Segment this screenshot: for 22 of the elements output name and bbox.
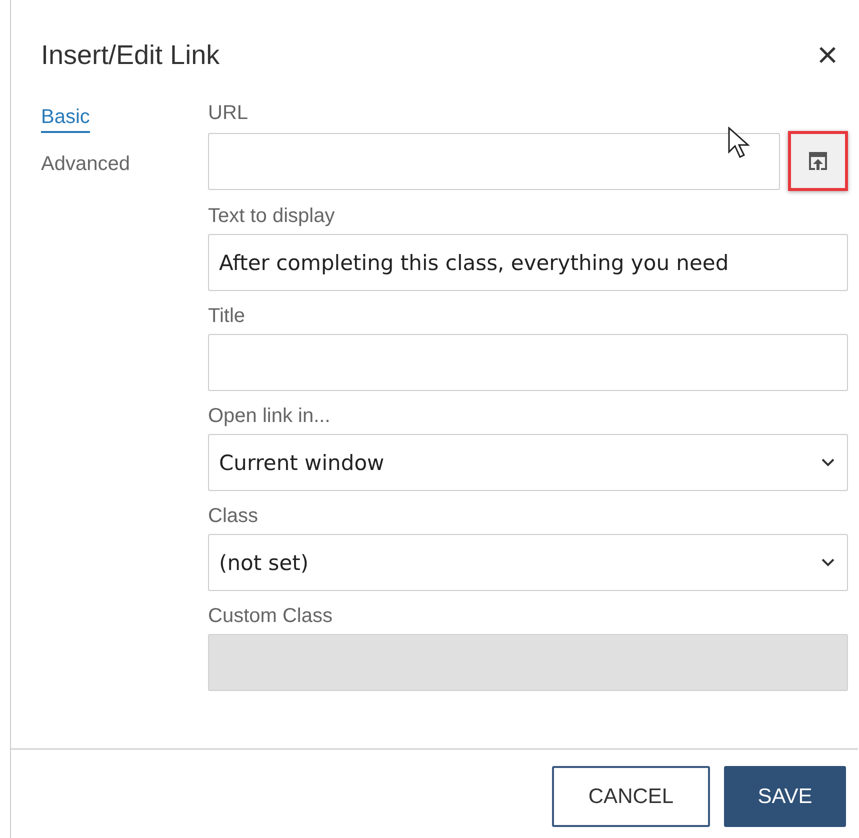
field-label: URL [208, 102, 250, 125]
tab[interactable]: Advanced [41, 153, 130, 178]
select-field[interactable]: Current window [208, 434, 848, 491]
field-label: Open link in... [208, 405, 332, 428]
save-button[interactable]: SAVE [724, 766, 846, 827]
tab[interactable]: Basic [41, 106, 90, 133]
field-label: Custom Class [208, 605, 334, 628]
browse-button[interactable] [788, 131, 848, 191]
close-button[interactable]: × [810, 37, 844, 73]
cancel-button[interactable]: CANCEL [552, 766, 710, 827]
field-label: Text to display [208, 205, 336, 228]
select-field[interactable]: (not set) [208, 534, 848, 591]
input-field[interactable] [208, 334, 848, 391]
input-field[interactable] [208, 132, 780, 190]
cursor-icon [727, 126, 753, 160]
field-label: Title [208, 305, 246, 328]
field-label: Class [208, 505, 260, 528]
chevron-down-icon [821, 558, 835, 567]
chevron-down-icon [821, 458, 835, 467]
input-field[interactable]: After completing this class, everything you need [208, 234, 848, 291]
dialog-title: Insert/Edit Link [41, 40, 220, 70]
upload-window-icon [807, 151, 829, 171]
